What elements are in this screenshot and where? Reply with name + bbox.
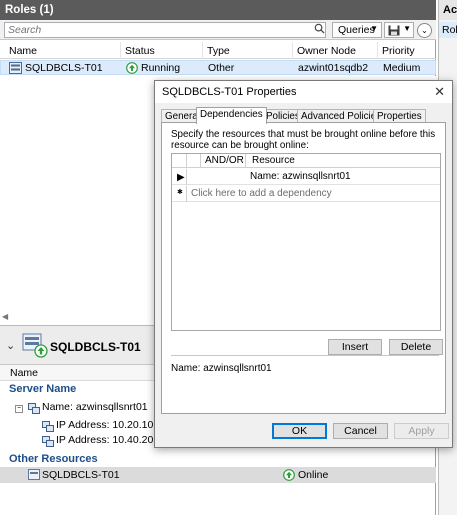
server-icon [28,469,40,480]
ip-address-icon [42,421,54,432]
server-icon [22,333,48,358]
column-header-and-or[interactable]: AND/OR [205,155,244,166]
ok-button[interactable]: OK [272,423,327,439]
chevron-down-icon: ▼ [403,24,411,33]
actions-item-roles[interactable]: Roles [439,22,457,38]
running-status-icon [126,62,138,74]
add-dependency-text[interactable]: Click here to add a dependency [191,188,332,199]
role-status: Running [141,62,181,74]
column-header-priority[interactable]: Priority [382,45,415,57]
tab-properties[interactable]: Properties [373,109,426,123]
column-header-owner-node[interactable]: Owner Node [297,45,356,57]
search-input[interactable] [4,22,326,38]
scroll-left-icon[interactable]: ◀ [2,312,8,321]
ip-address-icon [42,436,54,447]
tab-advanced-policies[interactable]: Advanced Policies [297,109,386,123]
other-resource-status: Online [298,469,329,481]
dependencies-tab-panel: Specify the resources that must be broug… [161,122,446,414]
table-row[interactable]: SQLDBCLS-T01 Online [0,467,436,483]
tree-collapse-toggle[interactable]: − [15,405,23,413]
online-status-icon [283,469,295,481]
dependencies-grid: AND/OR Resource ▶ Name: azwinsqllsnrt01 … [171,153,441,331]
collapse-toggle-icon[interactable]: ⌄ [417,23,432,38]
properties-dialog: SQLDBCLS-T01 Properties ✕ General Depend… [154,80,453,448]
section-other-resources: Other Resources [9,453,98,465]
apply-button: Apply [394,423,449,439]
grid-header: AND/OR Resource [172,154,440,168]
add-dependency-row[interactable]: ✱ Click here to add a dependency [172,186,440,202]
save-query-button[interactable]: ▼ [384,22,414,38]
save-icon [388,25,400,36]
queries-dropdown[interactable]: Queries ▼ [332,22,382,38]
column-header-resource[interactable]: Resource [252,155,295,166]
section-server-name: Server Name [9,383,77,395]
role-priority: Medium [383,62,421,74]
cancel-button[interactable]: Cancel [333,423,388,439]
role-name: SQLDBCLS-T01 [25,62,103,74]
dependency-resource[interactable]: Name: azwinsqllsnrt01 [250,171,351,182]
roles-panel-title: Roles (1) [0,0,436,20]
actions-panel-title: Actions [439,0,457,20]
selected-dependency-summary: Name: azwinsqllsnrt01 [171,363,272,374]
network-name-resource[interactable]: Name: azwinsqllsnrt01 [42,401,148,413]
summary-divider [171,355,439,356]
dependencies-instructions: Specify the resources that must be broug… [171,129,436,151]
dialog-titlebar[interactable]: SQLDBCLS-T01 Properties ✕ [155,81,452,103]
dialog-title: SQLDBCLS-T01 Properties [162,86,297,98]
column-header-name[interactable]: Name [9,45,37,57]
role-owner-node: azwint01sqdb2 [298,62,369,74]
tab-dependencies[interactable]: Dependencies [196,107,267,124]
new-row-marker-icon: ✱ [177,189,183,196]
chevron-down-icon: ▼ [370,24,378,33]
other-resource-name: SQLDBCLS-T01 [42,469,120,481]
insert-button[interactable]: Insert [328,339,382,355]
column-header-status[interactable]: Status [125,45,155,57]
server-icon [9,62,22,74]
search-toolbar: Queries ▼ ▼ ⌄ [0,20,436,40]
close-icon[interactable]: ✕ [434,84,445,100]
chevron-down-icon[interactable]: ⌄ [6,339,15,352]
current-row-marker: ▶ [177,172,185,183]
column-header-name[interactable]: Name [10,367,38,379]
column-header-type[interactable]: Type [207,45,230,57]
delete-button[interactable]: Delete [389,339,443,355]
table-row[interactable]: SQLDBCLS-T01 Running Other azwint01sqdb2… [0,60,436,75]
details-title: SQLDBCLS-T01 [50,340,141,354]
network-name-icon [28,403,40,414]
role-type: Other [208,62,235,74]
roles-table-header: Name Status Type Owner Node Priority [0,42,436,59]
table-row[interactable]: ▶ Name: azwinsqllsnrt01 [172,169,440,185]
search-icon[interactable] [314,23,326,37]
